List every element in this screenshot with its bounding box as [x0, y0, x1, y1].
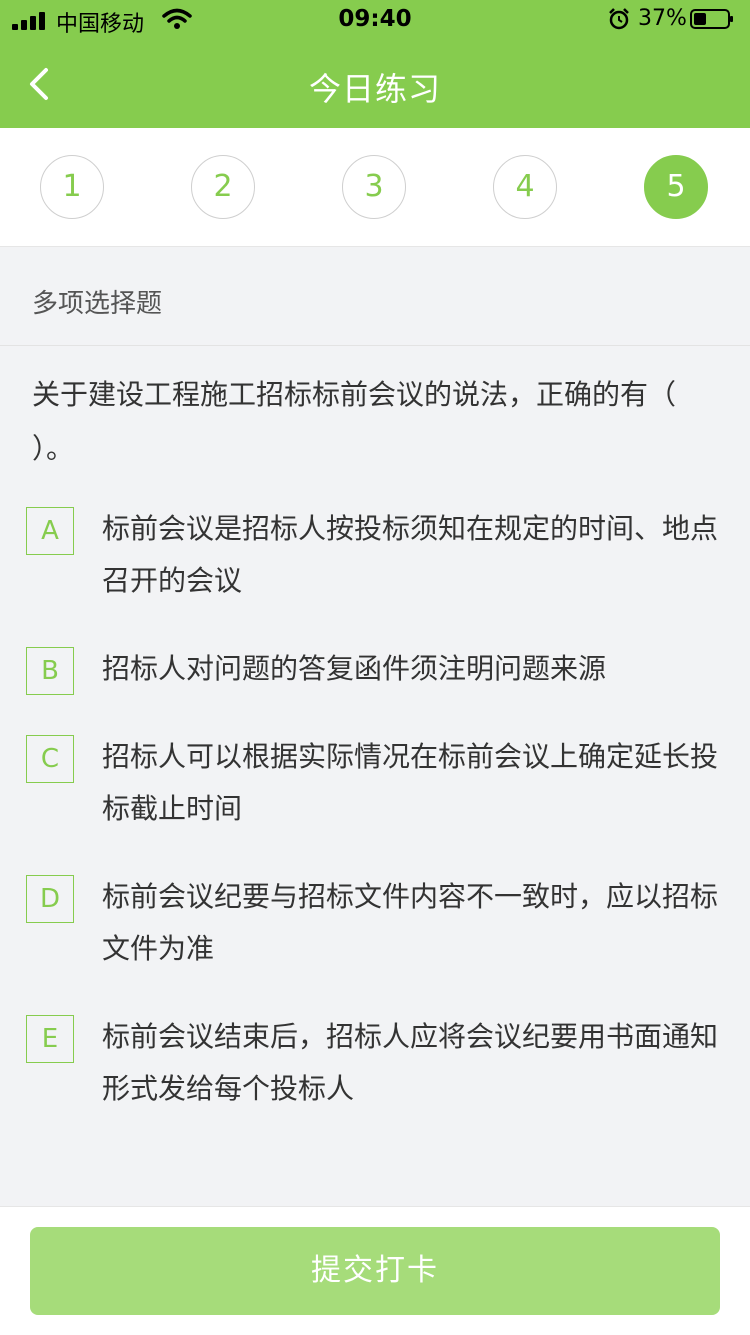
option-text[interactable]: 标前会议是招标人按投标须知在规定的时间、地点召开的会议	[102, 503, 718, 607]
question-number-4[interactable]: 4	[493, 155, 557, 219]
option-letter[interactable]: C	[26, 735, 74, 783]
question-number-2[interactable]: 2	[191, 155, 255, 219]
question-number-5[interactable]: 5	[644, 155, 708, 219]
question-number-1[interactable]: 1	[40, 155, 104, 219]
option-text[interactable]: 标前会议纪要与招标文件内容不一致时，应以招标文件为准	[102, 871, 718, 975]
page-title: 今日练习	[308, 70, 441, 108]
status-bar: 中国移动 09:40 37%	[0, 0, 750, 40]
alarm-icon	[609, 8, 629, 30]
option-letter[interactable]: B	[26, 647, 74, 695]
option-letter[interactable]: E	[26, 1015, 74, 1063]
question-number-bar: 1 2 3 4 5	[0, 128, 750, 247]
option-letter[interactable]: D	[26, 875, 74, 923]
header-bar: 中国移动 09:40 37% 今日练习	[0, 0, 750, 128]
option-text[interactable]: 招标人可以根据实际情况在标前会议上确定延长投标截止时间	[102, 731, 718, 835]
option-text[interactable]: 标前会议结束后，招标人应将会议纪要用书面通知形式发给每个投标人	[102, 1011, 718, 1115]
submit-button[interactable]: 提交打卡	[30, 1227, 720, 1315]
question-text: 关于建设工程施工招标标前会议的说法，正确的有（ ）。	[32, 378, 677, 465]
bottom-bar: 提交打卡	[0, 1206, 750, 1335]
battery-icon	[690, 9, 733, 29]
question-type-section: 多项选择题	[0, 247, 750, 346]
battery-percent: 37%	[638, 6, 687, 31]
option-text[interactable]: 招标人对问题的答复函件须注明问题来源	[102, 643, 718, 695]
option-letter[interactable]: A	[26, 507, 74, 555]
question-number-3[interactable]: 3	[342, 155, 406, 219]
question-type-label: 多项选择题	[32, 289, 163, 319]
